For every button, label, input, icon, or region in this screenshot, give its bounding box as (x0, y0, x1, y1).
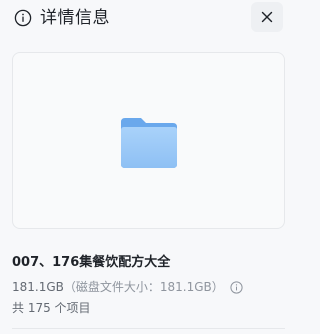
divider (12, 328, 285, 329)
disk-size-text: （磁盘文件大小：181.1GB） (63, 280, 224, 294)
details-panel: 详情信息 007、176集餐饮配方大全 181.1GB （磁盘文件大小：181.… (0, 0, 300, 334)
panel-title: 详情信息 (40, 8, 110, 28)
item-count: 共 175 个项目 (12, 301, 91, 315)
info-circle-icon[interactable] (230, 280, 243, 294)
close-button[interactable] (251, 2, 283, 32)
file-size: 181.1GB (12, 280, 64, 294)
close-icon (261, 11, 273, 23)
info-circle-icon (14, 9, 32, 27)
panel-header: 详情信息 (0, 0, 300, 36)
file-name: 007、176集餐饮配方大全 (12, 255, 171, 270)
size-info: 181.1GB （磁盘文件大小：181.1GB） (12, 279, 243, 295)
file-preview (12, 52, 285, 229)
folder-icon (121, 118, 177, 168)
